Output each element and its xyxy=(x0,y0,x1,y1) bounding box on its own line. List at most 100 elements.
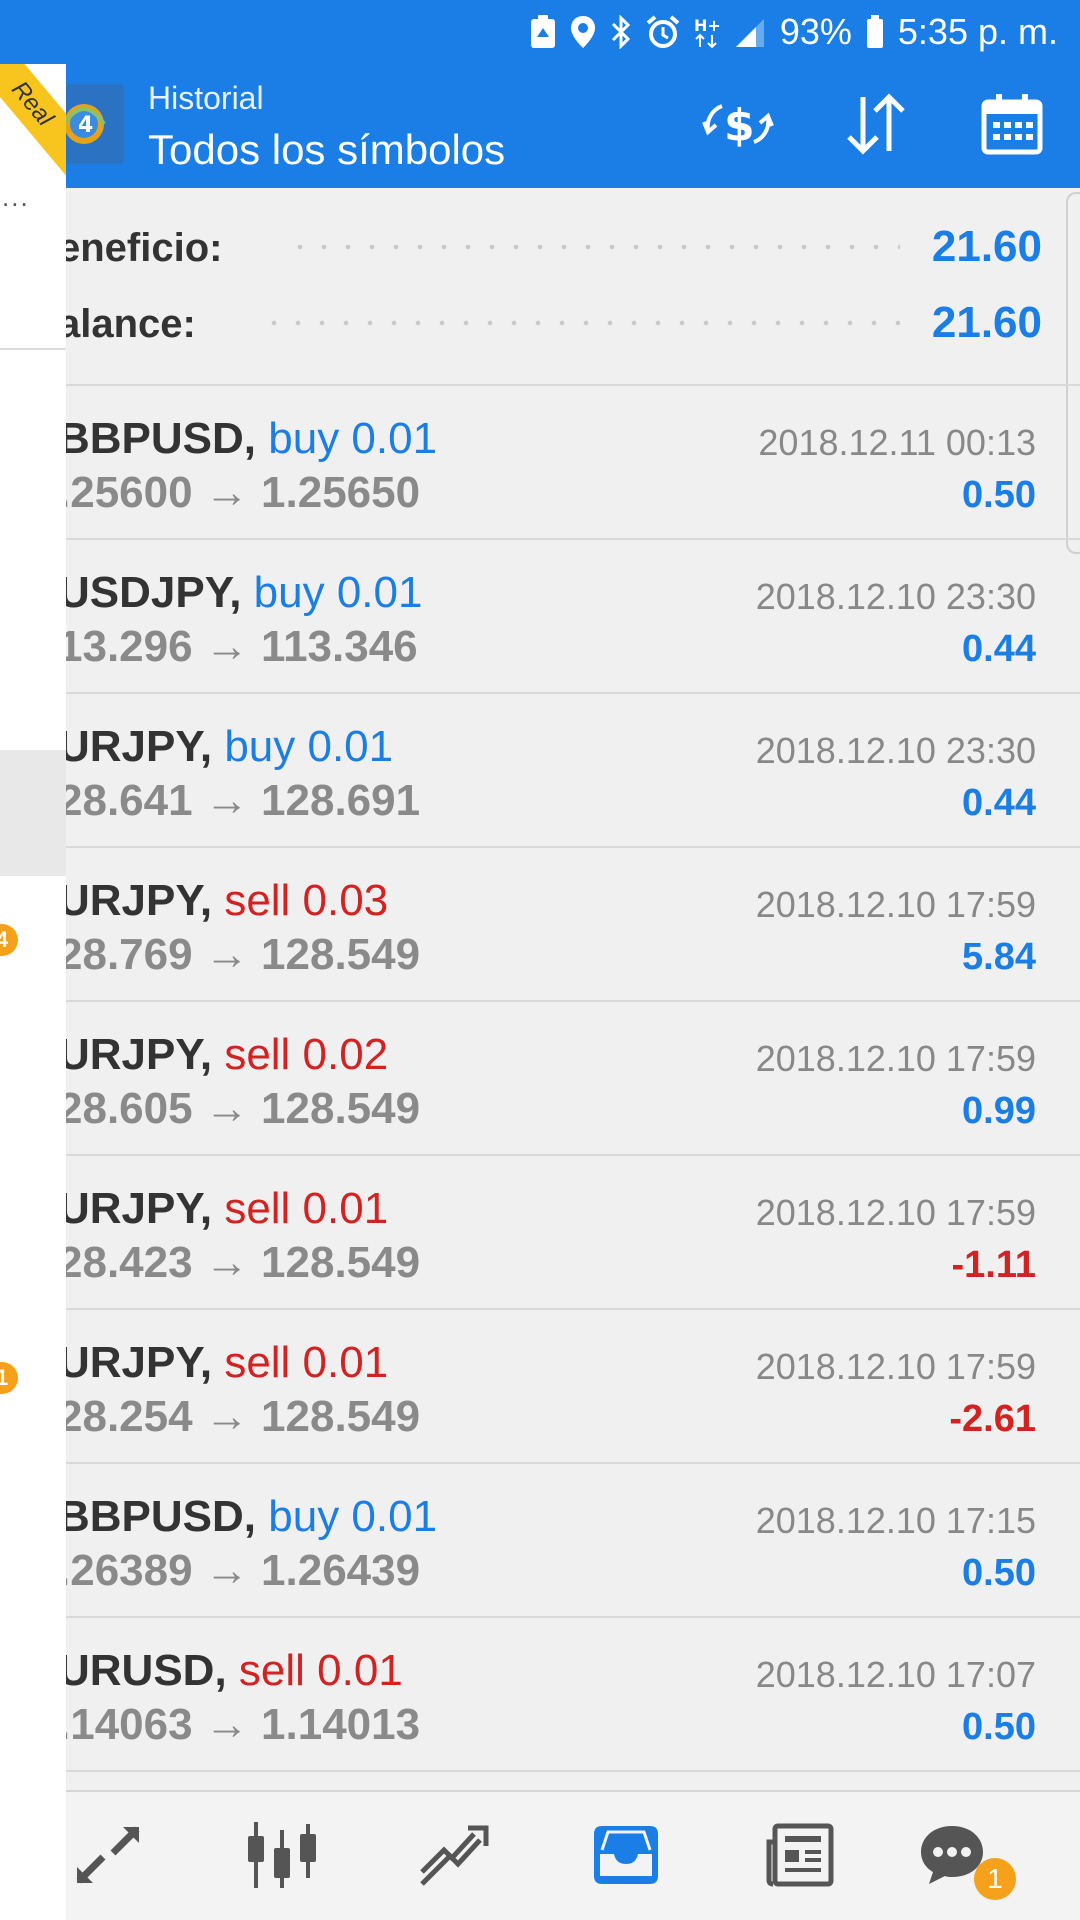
trade-profit: 0.50 xyxy=(962,1552,1036,1594)
trade-profit: 0.99 xyxy=(962,1090,1036,1132)
trade-symbol: USDJPY, xyxy=(58,568,242,617)
recycle-icon xyxy=(530,15,556,49)
trade-row[interactable]: BBPUSD, buy 0.01 .25600 → 1.25650 2018.1… xyxy=(0,384,1080,538)
trade-symbol: URJPY, xyxy=(58,1338,213,1387)
trade-symbol-line: URJPY, sell 0.01 xyxy=(58,1338,388,1388)
trade-symbol-line: BBPUSD, buy 0.01 xyxy=(58,1492,437,1542)
trade-prices: .25600 → 1.25650 xyxy=(58,468,421,517)
trade-time: 2018.12.10 17:07 xyxy=(755,1654,1036,1695)
drawer-badge-top: 4 xyxy=(0,924,18,956)
nav-chart[interactable] xyxy=(232,1814,332,1900)
news-icon xyxy=(765,1822,835,1893)
status-bar: H+ 93% 5:35 p. m. xyxy=(0,0,1080,64)
trade-symbol: BBPUSD, xyxy=(58,1492,257,1541)
hplus-data-icon: H+ xyxy=(694,15,720,49)
nav-trade[interactable] xyxy=(404,1814,504,1900)
trade-symbol-line: URUSD, sell 0.01 xyxy=(58,1646,403,1696)
trade-profit: 0.50 xyxy=(962,474,1036,516)
side-drawer[interactable]: ... 4 1 xyxy=(0,64,66,1920)
profit-leader xyxy=(288,244,900,250)
trade-row[interactable]: URJPY, sell 0.03 28.769 → 128.549 2018.1… xyxy=(0,846,1080,1000)
real-account-ribbon: Real xyxy=(0,64,66,194)
trade-prices: .14063 → 1.14013 xyxy=(58,1700,421,1749)
signal-icon xyxy=(734,15,766,49)
svg-text:$: $ xyxy=(724,100,755,151)
trade-side: sell 0.01 xyxy=(224,1184,389,1233)
trade-row[interactable]: USDJPY, buy 0.01 13.296 → 113.346 2018.1… xyxy=(0,538,1080,692)
history-summary: eneficio: 21.60 alance: 21.60 xyxy=(0,188,1080,386)
trade-symbol-line: URJPY, sell 0.01 xyxy=(58,1184,388,1234)
history-list[interactable]: BBPUSD, buy 0.01 .25600 → 1.25650 2018.1… xyxy=(0,384,1080,1772)
trade-row[interactable]: URUSD, sell 0.01 .14063 → 1.14013 2018.1… xyxy=(0,1616,1080,1770)
trade-row[interactable]: BBPUSD, buy 0.01 .26389 → 1.26439 2018.1… xyxy=(0,1462,1080,1616)
calendar-button[interactable] xyxy=(974,88,1050,164)
trade-symbol: URJPY, xyxy=(58,876,213,925)
trade-row[interactable]: URJPY, buy 0.01 28.641 → 128.691 2018.12… xyxy=(0,692,1080,846)
profit-row: eneficio: 21.60 xyxy=(0,216,1080,286)
calendar-icon xyxy=(980,92,1044,161)
trade-symbol: BBPUSD, xyxy=(58,414,257,463)
trade-icon xyxy=(418,1822,490,1893)
quotes-icon xyxy=(73,1823,143,1892)
trade-time: 2018.12.10 17:59 xyxy=(755,1346,1036,1387)
trade-time: 2018.12.10 23:30 xyxy=(755,576,1036,617)
nav-history[interactable] xyxy=(576,1814,676,1900)
trade-time: 2018.12.10 17:59 xyxy=(755,1038,1036,1079)
trade-symbol: URJPY, xyxy=(58,722,213,771)
drawer-divider xyxy=(0,348,66,350)
drawer-selected-item[interactable] xyxy=(0,750,66,876)
alarm-icon xyxy=(646,15,680,49)
list-divider xyxy=(0,1770,1080,1772)
balance-label: alance: xyxy=(58,302,196,346)
profit-value: 21.60 xyxy=(931,222,1042,271)
balance-value: 21.60 xyxy=(931,298,1042,347)
trade-row[interactable]: URJPY, sell 0.01 28.254 → 128.549 2018.1… xyxy=(0,1308,1080,1462)
trade-symbol: URJPY, xyxy=(58,1184,213,1233)
drawer-badge-bottom: 1 xyxy=(0,1362,18,1394)
trade-profit: -1.11 xyxy=(951,1244,1036,1286)
trade-time: 2018.12.10 17:15 xyxy=(755,1500,1036,1541)
clock-time: 5:35 p. m. xyxy=(897,11,1058,52)
trade-profit: 0.44 xyxy=(962,628,1036,670)
trade-time: 2018.12.10 17:59 xyxy=(755,884,1036,925)
svg-text:4: 4 xyxy=(78,113,93,138)
trade-side: sell 0.02 xyxy=(224,1030,389,1079)
trade-row[interactable]: URJPY, sell 0.01 28.423 → 128.549 2018.1… xyxy=(0,1154,1080,1308)
balance-leader xyxy=(262,320,900,326)
trade-symbol: URUSD, xyxy=(58,1646,227,1695)
history-icon xyxy=(592,1824,660,1891)
trade-prices: 13.296 → 113.346 xyxy=(58,622,418,671)
app-logo-icon[interactable]: 4 xyxy=(58,84,124,164)
trade-time: 2018.12.10 23:30 xyxy=(755,730,1036,771)
trade-side: buy 0.01 xyxy=(268,1492,438,1541)
trade-prices: 28.605 → 128.549 xyxy=(58,1084,421,1133)
trade-side: buy 0.01 xyxy=(253,568,423,617)
nav-news[interactable] xyxy=(750,1814,850,1900)
sort-button[interactable] xyxy=(838,88,914,164)
trade-prices: 28.641 → 128.691 xyxy=(58,776,421,825)
battery-icon xyxy=(866,15,884,49)
real-label: Real xyxy=(0,64,66,179)
trade-symbol-line: BBPUSD, buy 0.01 xyxy=(58,414,437,464)
profit-label: eneficio: xyxy=(58,226,223,270)
battery-percent: 93% xyxy=(779,11,852,52)
bottom-navigation: 1 xyxy=(0,1790,1080,1920)
location-icon xyxy=(570,15,596,49)
trade-symbol-line: URJPY, sell 0.02 xyxy=(58,1030,388,1080)
deposit-withdraw-icon: $ xyxy=(702,94,774,159)
trade-prices: .26389 → 1.26439 xyxy=(58,1546,421,1595)
trade-symbol: URJPY, xyxy=(58,1030,213,1079)
trade-prices: 28.254 → 128.549 xyxy=(58,1392,421,1441)
trade-symbol-line: URJPY, sell 0.03 xyxy=(58,876,388,926)
trade-profit: 5.84 xyxy=(962,936,1036,978)
trade-side: buy 0.01 xyxy=(268,414,438,463)
trade-side: sell 0.01 xyxy=(224,1338,389,1387)
bluetooth-icon xyxy=(610,15,632,49)
nav-quotes[interactable] xyxy=(58,1814,158,1900)
deposit-withdraw-button[interactable]: $ xyxy=(700,88,776,164)
trade-row[interactable]: URJPY, sell 0.02 28.605 → 128.549 2018.1… xyxy=(0,1000,1080,1154)
trade-symbol-line: URJPY, buy 0.01 xyxy=(58,722,393,772)
header-title[interactable]: Todos los símbolos xyxy=(148,126,505,174)
header-subtitle: Historial xyxy=(148,80,264,116)
trade-prices: 28.769 → 128.549 xyxy=(58,930,421,979)
